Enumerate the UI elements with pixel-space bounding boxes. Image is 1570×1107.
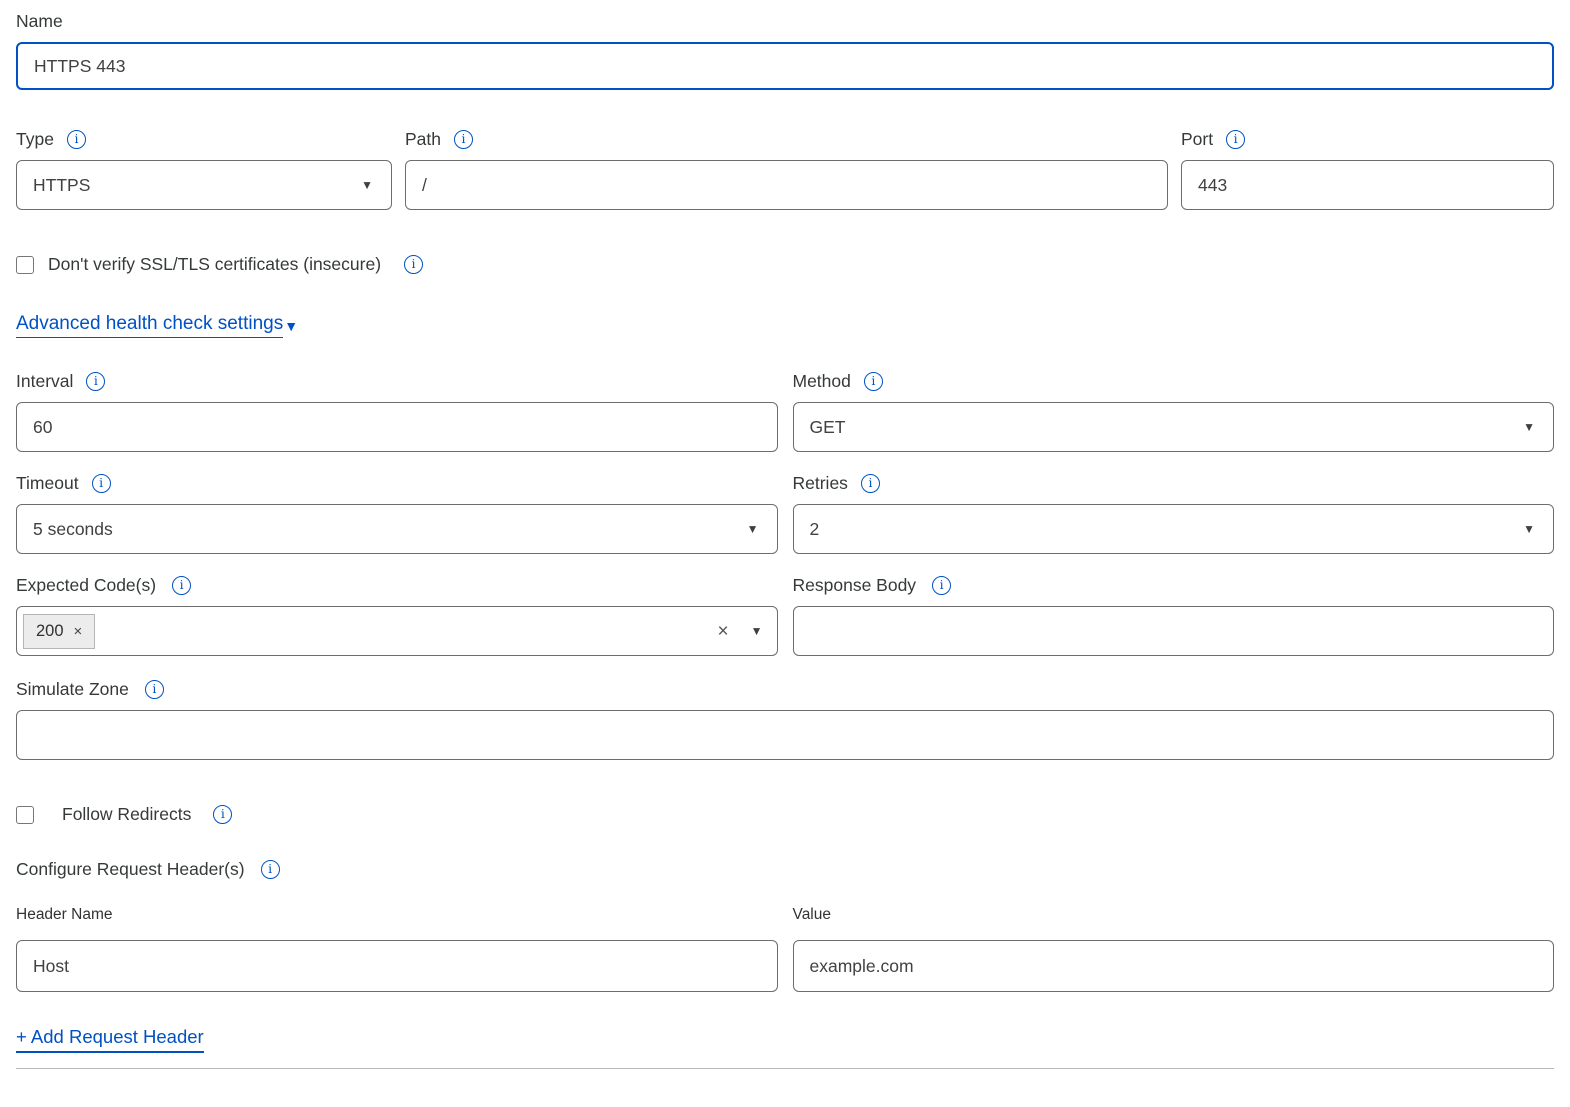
name-input[interactable] [16,42,1554,90]
header-name-input[interactable] [16,940,778,992]
expected-codes-info-icon[interactable]: i [172,576,191,595]
expected-code-tag: 200 × [23,614,95,649]
name-label-row: Name [16,10,1554,32]
port-label: Port [1181,128,1213,150]
interval-info-icon[interactable]: i [86,372,105,391]
type-label: Type [16,128,54,150]
bottom-divider [16,1068,1554,1069]
header-value-input[interactable] [793,940,1555,992]
chevron-down-icon: ▼ [284,318,298,334]
advanced-settings-link[interactable]: Advanced health check settings ▼ [16,313,298,338]
header-row: Header Name Value [16,880,1554,992]
method-select-value: GET [810,417,846,438]
interval-input[interactable] [16,402,778,452]
simulate-zone-info-icon[interactable]: i [145,680,164,699]
expected-codes-multiselect[interactable]: 200 × × ▼ [16,606,778,656]
interval-field: Interval i [16,370,778,452]
expected-code-tag-value: 200 [36,622,64,641]
retries-info-icon[interactable]: i [861,474,880,493]
interval-method-row: Interval i Method i GET ▼ [16,370,1554,452]
type-field: Type i HTTPS ▼ [16,128,392,210]
request-headers-title: Configure Request Header(s) [16,859,245,880]
path-info-icon[interactable]: i [454,130,473,149]
ssl-verify-checkbox[interactable] [16,256,34,274]
chevron-down-icon: ▼ [747,523,759,535]
retries-select-value: 2 [810,519,820,540]
name-label: Name [16,10,63,32]
advanced-settings-link-text: Advanced health check settings [16,313,283,338]
response-body-field: Response Body i [793,574,1555,656]
type-select[interactable]: HTTPS ▼ [16,160,392,210]
add-request-header-link[interactable]: + Add Request Header [16,1026,204,1053]
ssl-verify-label: Don't verify SSL/TLS certificates (insec… [48,254,381,275]
simulate-zone-input[interactable] [16,710,1554,760]
interval-label: Interval [16,370,73,392]
chevron-down-icon: ▼ [361,179,373,191]
timeout-retries-row: Timeout i 5 seconds ▼ Retries i 2 ▼ [16,472,1554,554]
port-field: Port i [1181,128,1554,210]
expected-codes-label: Expected Code(s) [16,574,156,596]
request-headers-title-row: Configure Request Header(s) i [16,859,1554,880]
simulate-zone-field: Simulate Zone i [16,678,1554,760]
method-field: Method i GET ▼ [793,370,1555,452]
simulate-zone-label: Simulate Zone [16,678,129,700]
type-info-icon[interactable]: i [67,130,86,149]
path-input[interactable] [405,160,1168,210]
retries-select[interactable]: 2 ▼ [793,504,1555,554]
response-body-info-icon[interactable]: i [932,576,951,595]
timeout-info-icon[interactable]: i [92,474,111,493]
codes-body-row: Expected Code(s) i 200 × × ▼ Response Bo… [16,574,1554,656]
follow-redirects-checkbox[interactable] [16,806,34,824]
retries-label: Retries [793,472,848,494]
follow-redirects-row: Follow Redirects i [16,804,1554,825]
ssl-verify-info-icon[interactable]: i [404,255,423,274]
remove-tag-icon[interactable]: × [74,623,83,640]
response-body-input[interactable] [793,606,1555,656]
method-label: Method [793,370,851,392]
chevron-down-icon: ▼ [1523,523,1535,535]
header-value-label: Value [793,906,1555,924]
type-select-value: HTTPS [33,175,90,196]
chevron-down-icon[interactable]: ▼ [751,625,763,637]
ssl-verify-row: Don't verify SSL/TLS certificates (insec… [16,254,1554,275]
timeout-select-value: 5 seconds [33,519,113,540]
path-label: Path [405,128,441,150]
follow-redirects-info-icon[interactable]: i [213,805,232,824]
expected-codes-field: Expected Code(s) i 200 × × ▼ [16,574,778,656]
path-field: Path i [405,128,1168,210]
method-info-icon[interactable]: i [864,372,883,391]
port-input[interactable] [1181,160,1554,210]
port-info-icon[interactable]: i [1226,130,1245,149]
chevron-down-icon: ▼ [1523,421,1535,433]
header-name-column: Header Name [16,880,778,992]
clear-all-icon[interactable]: × [718,622,729,641]
header-value-column: Value [793,880,1555,992]
timeout-select[interactable]: 5 seconds ▼ [16,504,778,554]
request-headers-info-icon[interactable]: i [261,860,280,879]
header-name-label: Header Name [16,906,778,924]
follow-redirects-label: Follow Redirects [62,804,191,825]
response-body-label: Response Body [793,574,917,596]
timeout-field: Timeout i 5 seconds ▼ [16,472,778,554]
retries-field: Retries i 2 ▼ [793,472,1555,554]
timeout-label: Timeout [16,472,79,494]
method-select[interactable]: GET ▼ [793,402,1555,452]
type-path-port-row: Type i HTTPS ▼ Path i Port i [16,128,1554,210]
